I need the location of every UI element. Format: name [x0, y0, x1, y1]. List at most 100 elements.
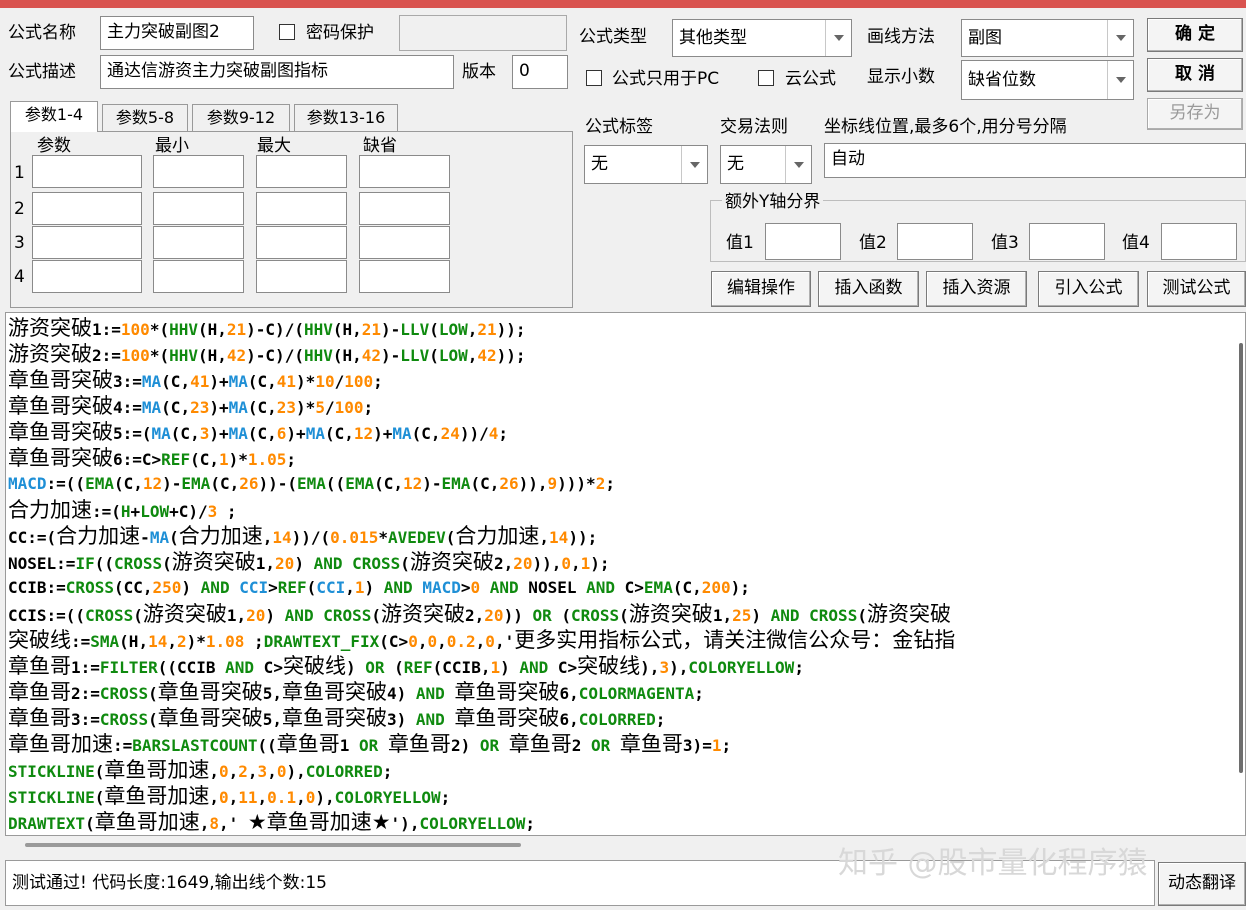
- code-token: AND: [415, 684, 445, 703]
- code-token: ;: [605, 474, 615, 493]
- axis-position-input[interactable]: 自动: [824, 143, 1246, 178]
- test-formula-button[interactable]: 测试公式: [1147, 271, 1246, 307]
- formula-desc-input[interactable]: 通达信游资主力突破副图指标: [100, 55, 454, 89]
- code-token: ;: [363, 398, 374, 417]
- param1-min-input[interactable]: [153, 155, 244, 188]
- code-token: ))/(: [291, 528, 331, 547]
- code-token: 0: [218, 788, 229, 807]
- watermark: 知乎 @股市量化程序猿: [838, 846, 1148, 881]
- code-token: EMA: [345, 474, 375, 493]
- import-formula-button[interactable]: 引入公式: [1038, 271, 1139, 307]
- code-token: (H,: [119, 632, 149, 651]
- insert-resource-button[interactable]: 插入资源: [926, 271, 1027, 307]
- code-token: 合力加速: [455, 524, 540, 548]
- edit-ops-button[interactable]: 编辑操作: [711, 271, 811, 307]
- code-token: OR: [359, 736, 379, 755]
- code-token: 1: [339, 736, 360, 755]
- formula-name-input[interactable]: 主力突破副图2: [100, 16, 254, 50]
- code-token: ;: [794, 658, 804, 677]
- code-token: )-: [422, 474, 442, 493]
- cloud-formula-label: 云公式: [785, 69, 836, 89]
- code-token: 0: [408, 632, 418, 651]
- value2-input[interactable]: [897, 223, 973, 260]
- horizontal-scrollbar-thumb[interactable]: [25, 843, 521, 847]
- code-token: ))/: [459, 424, 489, 443]
- code-token: )-: [162, 474, 182, 493]
- code-token: 9: [547, 474, 558, 493]
- code-token: (: [857, 606, 867, 625]
- code-token: +C)/: [169, 502, 208, 521]
- code-token: AND: [586, 578, 616, 597]
- code-token: 0: [485, 632, 495, 651]
- param3-name-input[interactable]: [32, 226, 142, 259]
- code-token: 2: [238, 762, 248, 781]
- value1-input[interactable]: [765, 223, 841, 260]
- code-token: AVEDEV: [387, 528, 446, 547]
- param3-min-input[interactable]: [153, 226, 244, 259]
- param4-max-input[interactable]: [256, 260, 347, 293]
- param3-max-input[interactable]: [256, 226, 347, 259]
- dynamic-translate-button[interactable]: 动态翻译: [1158, 862, 1246, 906]
- code-token: /: [334, 372, 345, 391]
- formula-name-label: 公式名称: [8, 23, 76, 43]
- code-token: COLORYELLOW: [334, 788, 441, 807]
- trade-rule-select[interactable]: 无: [720, 145, 812, 184]
- value3-input[interactable]: [1029, 223, 1105, 260]
- tab-params-1-4[interactable]: 参数1-4: [10, 101, 98, 132]
- value4-input[interactable]: [1161, 223, 1237, 260]
- version-input[interactable]: 0: [512, 55, 568, 89]
- code-token: HHV: [169, 346, 198, 365]
- code-token: ): [500, 658, 520, 677]
- tab-params-5-8[interactable]: 参数5-8: [102, 104, 188, 132]
- param2-min-input[interactable]: [153, 192, 244, 225]
- param4-default-input[interactable]: [359, 260, 450, 293]
- code-editor[interactable]: 游资突破1:=100*(HHV(H,21)-C)/(HHV(H,21)-LLV(…: [5, 312, 1246, 836]
- code-token: 0.015: [330, 528, 379, 547]
- code-token: 合力加速: [56, 524, 141, 548]
- draw-method-select[interactable]: 副图: [961, 19, 1134, 57]
- tab-params-13-16[interactable]: 参数13-16: [294, 104, 398, 132]
- code-token: (H,: [332, 320, 362, 339]
- param4-min-input[interactable]: [153, 260, 244, 293]
- tab-params-9-12[interactable]: 参数9-12: [192, 104, 290, 132]
- param4-name-input[interactable]: [32, 260, 142, 293]
- vertical-scrollbar[interactable]: [1239, 343, 1243, 773]
- decimals-select[interactable]: 缺省位数: [961, 60, 1134, 100]
- param2-max-input[interactable]: [256, 192, 347, 225]
- code-token: )+: [209, 398, 229, 417]
- code-token: MA: [151, 424, 171, 443]
- code-token: ;: [244, 632, 264, 651]
- formula-type-select[interactable]: 其他类型: [672, 19, 852, 57]
- code-token: 章鱼哥突破: [454, 680, 560, 704]
- code-token: (C,: [247, 398, 277, 417]
- code-token: 1:=: [71, 658, 100, 677]
- code-token: ,': [218, 814, 248, 833]
- formula-tag-select[interactable]: 无: [584, 145, 708, 184]
- code-token: 1.08: [205, 632, 245, 651]
- cancel-button[interactable]: 取 消: [1147, 58, 1243, 92]
- password-protect-label: 密码保护: [306, 23, 374, 43]
- code-token: REF: [277, 578, 307, 597]
- insert-function-button[interactable]: 插入函数: [818, 271, 919, 307]
- code-token: ,: [267, 762, 277, 781]
- code-token: COLORRED: [305, 762, 383, 781]
- pc-only-checkbox[interactable]: [586, 70, 602, 86]
- code-token: AND: [489, 578, 519, 597]
- code-token: )))*: [557, 474, 596, 493]
- param1-default-input[interactable]: [359, 155, 450, 188]
- code-token: 24: [440, 424, 460, 443]
- code-token: CCI: [239, 578, 269, 597]
- param2-default-input[interactable]: [359, 192, 450, 225]
- password-protect-checkbox[interactable]: [279, 24, 295, 40]
- code-token: :=((: [46, 474, 86, 493]
- code-token: 突破线: [282, 654, 346, 678]
- code-token: )*: [186, 632, 206, 651]
- ok-button[interactable]: 确 定: [1147, 18, 1243, 52]
- param1-max-input[interactable]: [256, 155, 347, 188]
- param1-name-input[interactable]: [32, 155, 142, 188]
- param3-default-input[interactable]: [359, 226, 450, 259]
- cloud-formula-checkbox[interactable]: [758, 70, 774, 86]
- param2-name-input[interactable]: [32, 192, 142, 225]
- code-token: MA: [149, 528, 170, 547]
